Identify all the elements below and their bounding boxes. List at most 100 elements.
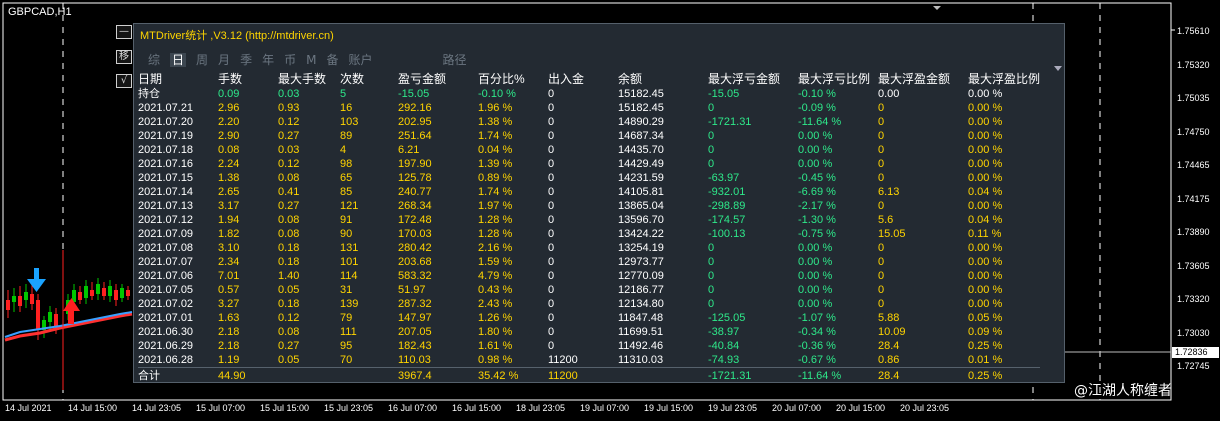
table-cell: -15.05	[398, 88, 430, 100]
panel-title: MTDriver统计 ,V3.12 (http://mtdriver.cn)	[140, 30, 334, 42]
table-cell: 0.00 %	[798, 284, 833, 296]
table-cell: 12186.77	[618, 284, 664, 296]
table-row: 2021.07.12 1.94 0.08 91 172.48 1.28 % 0 13596.7…	[138, 213, 1040, 227]
table-cell: 0	[708, 284, 715, 296]
price-tick-label: 1.74750	[1177, 126, 1210, 137]
move-button[interactable]: 移	[116, 50, 132, 64]
tab-9[interactable]: 账户	[348, 53, 372, 67]
table-row: 2021.07.01 1.63 0.12 79 147.97 1.26 % 0 11847.4…	[138, 311, 1040, 325]
table-cell: 0	[708, 130, 715, 142]
table-cell: 0.00 %	[798, 158, 833, 170]
table-cell: 0.04 %	[968, 186, 1003, 198]
time-tick-label: 15 Jul 23:05	[324, 403, 374, 413]
check-button[interactable]: √	[116, 74, 132, 88]
table-cell: 0.18	[278, 256, 300, 268]
table-cell: 0.18	[278, 242, 300, 254]
table-cell: 2021.07.15	[138, 172, 194, 184]
table-cell: 0	[878, 158, 885, 170]
tab-4[interactable]: 季	[240, 53, 252, 67]
table-cell: 1.28 %	[478, 214, 513, 226]
tab-7[interactable]: M	[306, 53, 316, 67]
table-cell: 2.18	[218, 326, 240, 338]
table-cell: 12973.77	[618, 256, 664, 268]
table-cell: 1.96 %	[478, 102, 513, 114]
candle-body	[78, 292, 82, 300]
table-cell: 0	[708, 242, 715, 254]
tab-1[interactable]: 日	[170, 53, 187, 67]
dropdown-icon[interactable]	[1054, 66, 1062, 71]
table-cell: 1.38	[218, 172, 240, 184]
table-cell: -40.84	[708, 340, 740, 352]
table-cell: 2021.07.19	[138, 130, 194, 142]
table-cell: 0.25 %	[968, 367, 1041, 383]
table-cell: 0.00 %	[968, 144, 1003, 156]
table-cell: 2021.07.12	[138, 214, 194, 226]
table-cell: -0.36 %	[798, 340, 836, 352]
table-cell: 15.05	[878, 228, 906, 240]
column-header: 百分比%	[478, 72, 525, 86]
table-cell: 125.78	[398, 172, 432, 184]
table-cell: 583.32	[398, 270, 432, 282]
tab-2[interactable]: 周	[196, 53, 208, 67]
tab-8[interactable]: 备	[326, 53, 338, 67]
table-cell: 0.00 %	[798, 270, 833, 282]
minimize-button[interactable]: —	[116, 25, 132, 39]
table-cell: 251.64	[398, 130, 432, 142]
table-row: 2021.07.19 2.90 0.27 89 251.64 1.74 % 0 14687.3…	[138, 129, 1040, 143]
table-cell: -0.45 %	[798, 172, 836, 184]
tab-0[interactable]: 综	[148, 53, 160, 67]
tab-5[interactable]: 年	[262, 53, 274, 67]
table-cell: 0	[548, 340, 555, 352]
table-cell: -0.10 %	[798, 88, 836, 100]
table-cell: 0	[548, 158, 555, 170]
table-row: 2021.07.07 2.34 0.18 101 203.68 1.59 % 0 12973.…	[138, 255, 1040, 269]
table-cell: 13424.22	[618, 228, 664, 240]
table-cell: 4.79 %	[478, 270, 513, 282]
table-cell: 268.34	[398, 200, 432, 212]
candle-body	[114, 290, 118, 300]
table-cell: 0	[878, 144, 885, 156]
tab-3[interactable]: 月	[218, 53, 230, 67]
table-cell: 2021.07.05	[138, 284, 194, 296]
table-cell: -63.97	[708, 172, 740, 184]
candle-body	[84, 286, 88, 298]
table-cell: -1721.31	[708, 116, 752, 128]
table-cell: 197.90	[398, 158, 432, 170]
time-tick-label: 19 Jul 15:00	[644, 403, 694, 413]
table-cell: 0	[548, 88, 555, 100]
table-cell: 0	[708, 270, 715, 282]
table-row: 2021.06.29 2.18 0.27 95 182.43 1.61 % 0 11492.4…	[138, 339, 1040, 353]
candle-body	[120, 288, 124, 298]
table-cell: 0.04 %	[478, 144, 513, 156]
table-cell: 2021.06.29	[138, 340, 194, 352]
table-cell: 4	[340, 144, 347, 156]
table-cell: 5.88	[878, 312, 900, 324]
table-cell: 2021.07.16	[138, 158, 194, 170]
table-cell: 35.42 %	[478, 367, 548, 383]
table-cell	[278, 367, 340, 383]
path-button[interactable]: 路径	[443, 53, 467, 67]
time-tick-label: 18 Jul 23:05	[516, 403, 566, 413]
table-cell: -0.34 %	[798, 326, 836, 338]
table-cell: 0.43 %	[478, 284, 513, 296]
table-cell: 0.00	[878, 88, 900, 100]
table-cell: 0.00 %	[968, 130, 1003, 142]
table-cell: 139	[340, 298, 359, 310]
candle-body	[90, 290, 94, 296]
table-cell: 0.00 %	[968, 270, 1003, 282]
column-header: 最大浮盈比例	[968, 72, 1041, 86]
table-cell: 0.12	[278, 116, 300, 128]
table-cell: 2.16 %	[478, 242, 513, 254]
table-cell: 0	[878, 200, 885, 212]
table-cell: 0.05	[278, 354, 300, 366]
table-cell: 15182.45	[618, 88, 664, 100]
table-cell: 0.57	[218, 284, 240, 296]
tab-6[interactable]: 币	[284, 53, 296, 67]
table-cell: 0.18	[278, 298, 300, 310]
table-cell	[340, 367, 398, 383]
table-cell: 1.97 %	[478, 200, 513, 212]
table-cell: 10.09	[878, 326, 906, 338]
time-tick-label: 16 Jul 15:00	[452, 403, 502, 413]
price-tick-label: 1.73030	[1177, 327, 1210, 338]
table-cell: 0.00 %	[968, 158, 1003, 170]
